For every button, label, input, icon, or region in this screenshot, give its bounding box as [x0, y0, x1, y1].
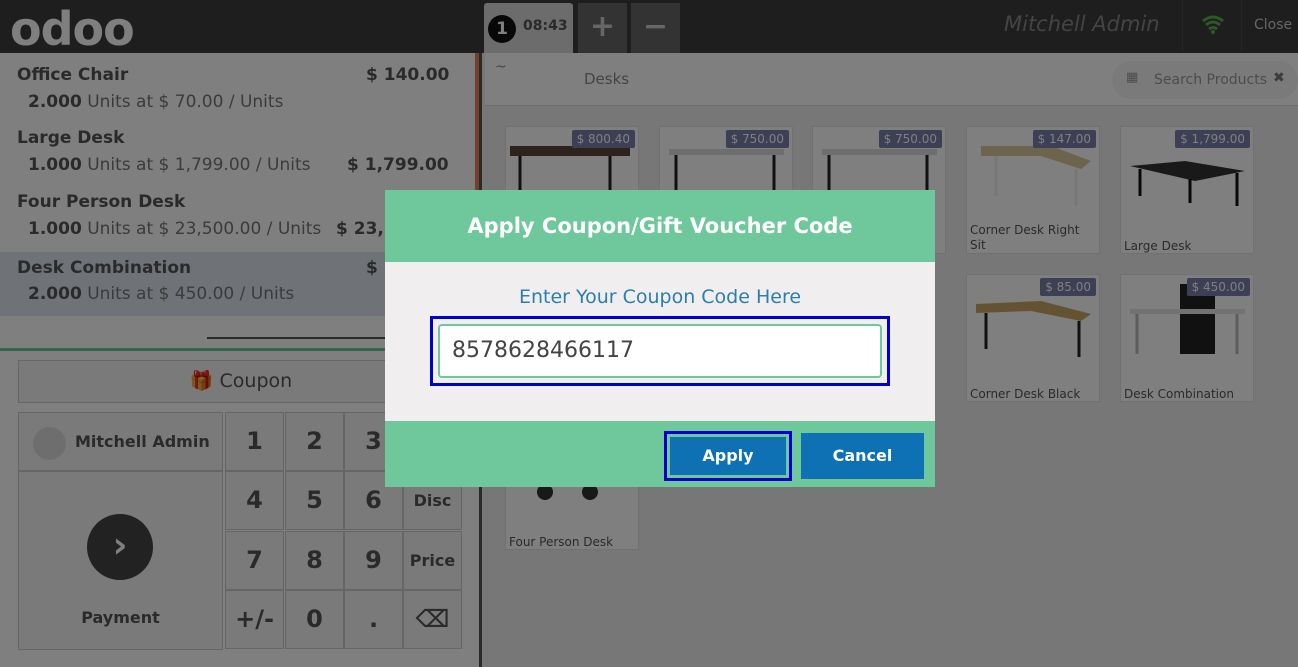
dialog-footer: Apply Cancel — [385, 421, 935, 487]
dialog-subtitle: Enter Your Coupon Code Here — [518, 286, 802, 308]
dialog-title: Apply Coupon/Gift Voucher Code — [385, 190, 935, 262]
apply-button-focus: Apply — [664, 431, 792, 481]
coupon-dialog: Apply Coupon/Gift Voucher Code Enter You… — [385, 190, 935, 487]
coupon-input-focus: 8578628466117 — [430, 316, 890, 386]
apply-button[interactable]: Apply — [670, 437, 786, 475]
coupon-code-input[interactable]: 8578628466117 — [438, 324, 882, 378]
cancel-button[interactable]: Cancel — [801, 433, 924, 479]
